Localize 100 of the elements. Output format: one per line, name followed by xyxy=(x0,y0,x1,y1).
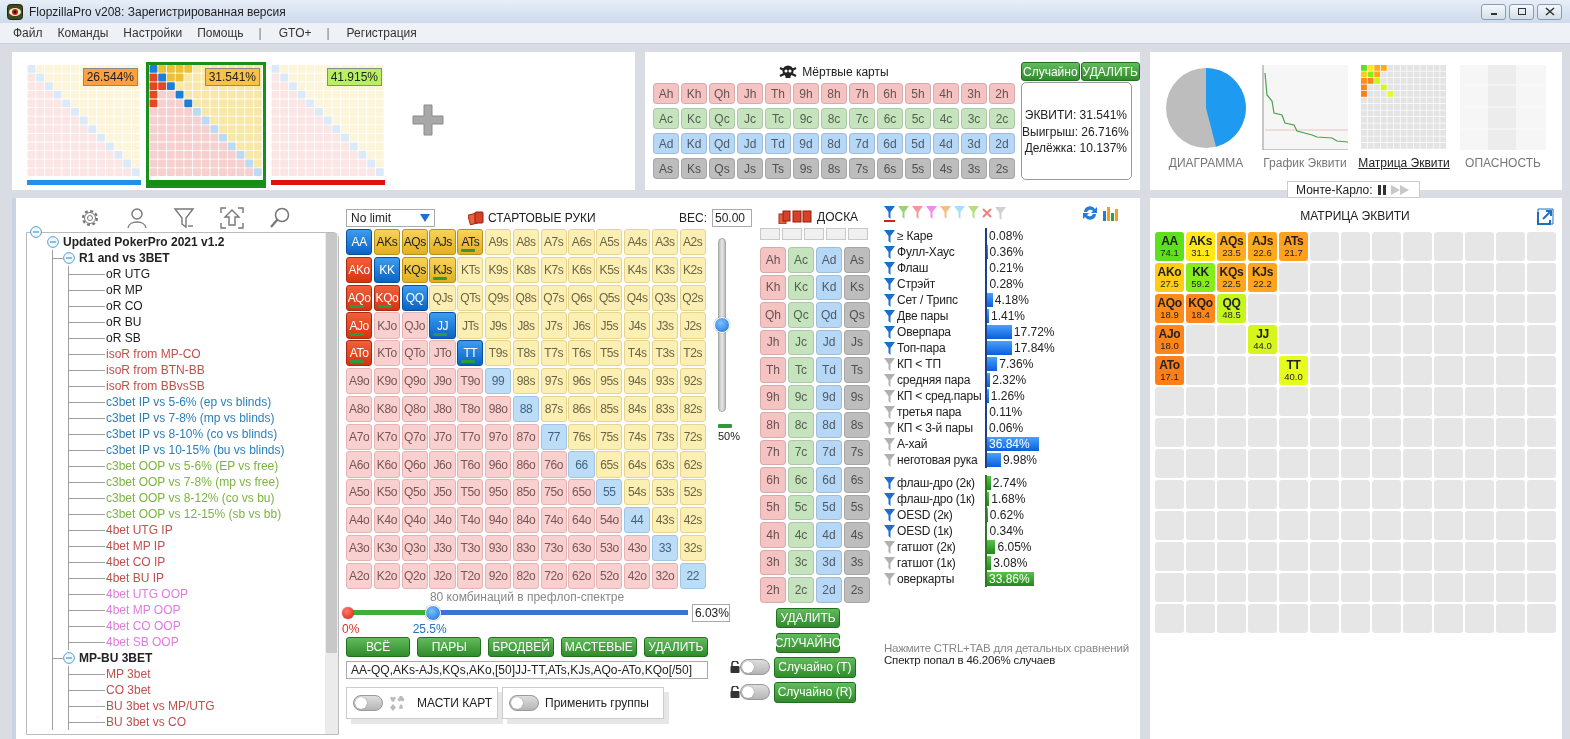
hand-cell[interactable]: K8s xyxy=(512,256,540,284)
range-button[interactable]: ПАРЫ xyxy=(417,636,482,657)
card[interactable]: 5d xyxy=(816,494,842,520)
minimize-button[interactable] xyxy=(1481,3,1506,20)
hand-cell[interactable]: 63s xyxy=(651,451,679,478)
card[interactable]: Jd xyxy=(816,329,842,355)
card[interactable]: 5c xyxy=(905,108,931,129)
range-field[interactable]: AA-QQ,AKs-AJs,KQs,AKo,[50]JJ-TT,ATs,KJs,AQo-ATo,KQo[/50] xyxy=(346,660,708,679)
hand-cell[interactable]: Q4s xyxy=(623,284,651,311)
hand-cell[interactable]: T6o xyxy=(457,451,484,478)
filter-icon[interactable] xyxy=(884,491,895,507)
hand-cell[interactable]: K2o xyxy=(373,562,401,589)
tree-item[interactable]: 4bet MP IP xyxy=(106,539,166,553)
hand-cell[interactable]: 75o xyxy=(540,479,567,506)
hand-cell[interactable]: T4o xyxy=(457,506,484,534)
hand-cell[interactable]: KJs xyxy=(429,256,456,284)
card[interactable]: Ad xyxy=(816,247,842,273)
hand-cell[interactable]: 73o xyxy=(540,534,567,562)
tree-item[interactable]: isoR from BBvsSB xyxy=(106,379,205,393)
hand-cell[interactable]: K9s xyxy=(485,256,512,284)
filter-icon[interactable] xyxy=(884,276,895,292)
card[interactable]: 7c xyxy=(849,108,875,129)
tree-item[interactable]: c3bet IP vs 7-8% (mp vs blinds) xyxy=(106,411,275,425)
hand-cell[interactable]: A4o xyxy=(346,506,373,534)
hand-cell[interactable]: 32s xyxy=(679,534,706,562)
card[interactable]: 8h xyxy=(760,412,786,438)
tree-item[interactable]: oR CO xyxy=(106,299,143,313)
hand-cell[interactable]: K5o xyxy=(373,479,401,506)
hand-cell[interactable]: A5o xyxy=(346,479,373,506)
hand-cell[interactable]: KTo xyxy=(373,340,401,367)
hand-cell[interactable]: QTs xyxy=(457,284,484,311)
card[interactable]: 4d xyxy=(816,522,842,548)
card[interactable]: Jh xyxy=(760,329,786,355)
filter-icon[interactable] xyxy=(884,308,895,324)
menu-item[interactable]: Файл xyxy=(13,26,43,40)
card[interactable]: Ac xyxy=(788,247,814,273)
collapse-icon[interactable] xyxy=(63,652,75,664)
card[interactable]: As xyxy=(653,158,679,179)
hand-cell[interactable]: T7o xyxy=(457,423,484,450)
card[interactable]: Js xyxy=(844,329,870,355)
hand-cell[interactable]: 43o xyxy=(623,534,651,562)
tree-item[interactable]: BU 3bet vs MP/UTG xyxy=(106,699,215,713)
card[interactable]: 6h xyxy=(760,467,786,493)
card[interactable]: Jc xyxy=(788,329,814,355)
hand-cell[interactable]: 93s xyxy=(651,368,679,395)
menu-item[interactable]: Помощь xyxy=(197,26,244,40)
hand-cell[interactable]: J8s xyxy=(512,312,540,339)
bar-chart-icon[interactable] xyxy=(1102,205,1120,221)
board-button[interactable]: СЛУЧАЙНО xyxy=(776,632,840,653)
random-button[interactable]: Случайно (R) xyxy=(774,681,856,703)
card[interactable]: 3d xyxy=(961,133,987,154)
board-slot[interactable] xyxy=(760,228,780,240)
weight-slider[interactable] xyxy=(718,238,726,412)
hand-cell[interactable]: J2o xyxy=(429,562,456,589)
hand-cell[interactable]: 93o xyxy=(485,534,512,562)
card[interactable]: 3s xyxy=(961,158,987,179)
card[interactable]: Qc xyxy=(788,302,814,328)
hand-cell[interactable]: 52o xyxy=(596,562,623,589)
hand-cell[interactable]: T4s xyxy=(623,340,651,367)
filter-icon[interactable] xyxy=(884,507,895,523)
hand-cell[interactable]: AQs xyxy=(401,229,428,256)
hand-cell[interactable]: K8o xyxy=(373,395,401,423)
tree-item[interactable]: isoR from MP-CO xyxy=(106,347,201,361)
filter-icon[interactable] xyxy=(173,207,195,229)
card[interactable]: 8c xyxy=(788,412,814,438)
hand-cell[interactable]: 77 xyxy=(540,423,567,450)
hand-cell[interactable]: 44 xyxy=(623,506,651,534)
hand-cell[interactable]: 76s xyxy=(568,423,595,450)
hand-cell[interactable]: K3o xyxy=(373,534,401,562)
tree-item[interactable]: 4bet CO IP xyxy=(106,555,166,569)
card[interactable]: 6s xyxy=(844,467,870,493)
random-button[interactable]: Случайно (T) xyxy=(774,656,856,678)
card[interactable]: 4c xyxy=(788,522,814,548)
card[interactable]: Qs xyxy=(709,158,735,179)
hand-cell[interactable]: Q2s xyxy=(679,284,706,311)
filter-icon[interactable] xyxy=(884,292,895,308)
card[interactable]: 5c xyxy=(788,494,814,520)
card[interactable]: 7c xyxy=(788,439,814,465)
action-button[interactable]: Случайно xyxy=(1021,62,1080,81)
card[interactable]: 3s xyxy=(844,549,870,575)
card[interactable]: 5d xyxy=(905,133,931,154)
tree-item[interactable]: 4bet SB OOP xyxy=(106,635,179,649)
percent-field[interactable]: 6.03% xyxy=(691,603,730,622)
hand-cell[interactable]: T9o xyxy=(457,368,484,395)
menu-item[interactable]: Регистрация xyxy=(346,26,417,40)
card[interactable]: Jc xyxy=(737,108,763,129)
hand-cell[interactable]: 76o xyxy=(540,451,567,478)
tree-item[interactable]: 4bet MP OOP xyxy=(106,603,181,617)
hand-cell[interactable]: KQs xyxy=(401,256,428,284)
hand-cell[interactable]: QTo xyxy=(401,340,428,367)
hand-cell[interactable]: 74s xyxy=(623,423,651,450)
maximize-button[interactable] xyxy=(1509,3,1534,20)
hand-cell[interactable]: KTs xyxy=(457,256,484,284)
card[interactable]: Th xyxy=(765,83,791,104)
card[interactable]: Ks xyxy=(844,274,870,300)
hand-cell[interactable]: 55 xyxy=(596,479,623,506)
hand-cell[interactable]: 54s xyxy=(623,479,651,506)
hand-cell[interactable]: T6s xyxy=(568,340,595,367)
tree-item[interactable]: 4bet UTG OOP xyxy=(106,587,189,601)
tree-item[interactable]: c3bet IP vs 10-15% (bu vs blinds) xyxy=(106,443,285,457)
